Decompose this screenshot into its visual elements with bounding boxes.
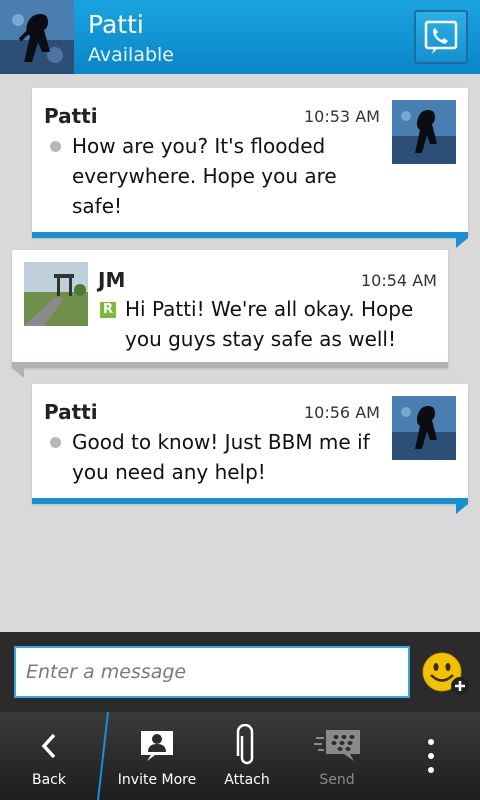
bubble-tail (12, 368, 24, 378)
bubble-bar (32, 232, 468, 238)
unread-dot-icon (50, 437, 61, 448)
bubble-bar (12, 362, 448, 368)
message-line: you need any help! (72, 460, 266, 484)
contact-avatar[interactable] (0, 0, 74, 74)
contact-status: Available (88, 44, 175, 66)
message-time: 10:53 AM (304, 107, 380, 126)
contact-name: Patti (88, 10, 144, 39)
message-sender: Patti (44, 400, 98, 424)
invite-contact-icon (141, 731, 173, 761)
message-bubble[interactable]: Patti 10:56 AM Good to know! Just BBM me… (32, 384, 468, 514)
message-line: Hi Patti! We're all okay. Hope (125, 297, 414, 321)
chat-header: Patti Available (0, 0, 480, 74)
back-label: Back (32, 772, 66, 788)
bubble-tail (456, 504, 468, 514)
message-line: safe! (72, 194, 123, 218)
unread-dot-icon (50, 141, 61, 152)
paperclip-icon (236, 724, 254, 765)
send-label: Send (319, 772, 355, 788)
message-line: How are you? It's flooded (72, 134, 326, 158)
read-receipt-icon: R (100, 302, 116, 318)
chevron-left-icon (41, 733, 56, 759)
attach-button[interactable]: Attach (198, 712, 296, 800)
message-bubble[interactable]: JM 10:54 AM R Hi Patti! We're all okay. … (12, 250, 448, 378)
message-line: Good to know! Just BBM me if (72, 430, 370, 454)
message-time: 10:54 AM (361, 271, 437, 290)
phone-icon (424, 20, 458, 54)
message-time: 10:56 AM (304, 403, 380, 422)
message-sender: Patti (44, 104, 98, 128)
message-line: everywhere. Hope you are (72, 164, 337, 188)
attach-label: Attach (224, 772, 270, 788)
overflow-menu-button[interactable] (408, 712, 456, 800)
back-button[interactable]: Back (0, 712, 98, 800)
send-button[interactable]: Send (288, 712, 386, 800)
message-bubble[interactable]: Patti 10:53 AM How are you? It's flooded… (32, 88, 468, 248)
sender-avatar (392, 396, 456, 460)
sender-avatar (392, 100, 456, 164)
message-input[interactable] (14, 646, 410, 698)
message-line: you guys stay safe as well! (125, 327, 397, 351)
call-button[interactable] (414, 10, 468, 64)
invite-more-button[interactable]: Invite More (108, 712, 206, 800)
sender-avatar (24, 262, 88, 326)
bubble-bar (32, 498, 468, 504)
smiley-icon (422, 652, 469, 695)
emoticon-button[interactable] (420, 650, 472, 698)
bubble-tail (456, 238, 468, 248)
bbm-send-icon (314, 730, 360, 761)
message-sender: JM (98, 268, 126, 292)
invite-more-label: Invite More (117, 772, 197, 788)
more-vertical-icon (428, 739, 434, 773)
